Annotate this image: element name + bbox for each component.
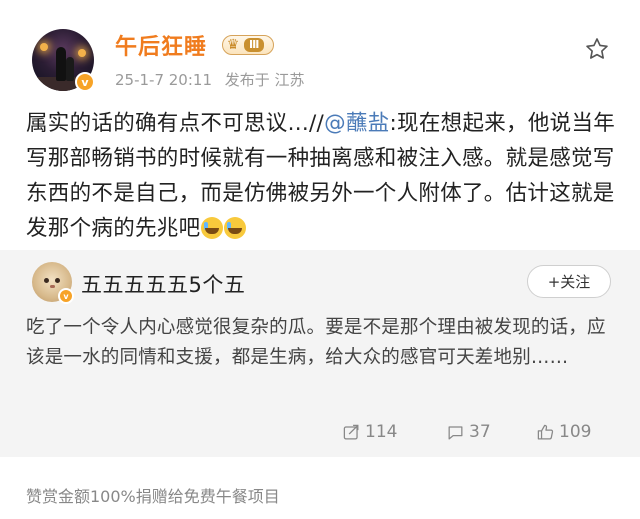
verified-badge-icon: v bbox=[58, 288, 74, 304]
user-level-badge[interactable]: ♛ Ⅲ bbox=[222, 35, 274, 55]
avatar-figure bbox=[56, 47, 66, 81]
repost-icon bbox=[343, 424, 359, 439]
post-content: 属实的话的确有点不可思议...//@蘸盐:现在想起来，他说当年写那部畅销书的时候… bbox=[26, 106, 626, 246]
thumbs-up-icon bbox=[537, 424, 554, 439]
repost-text: 吃了一个令人内心感觉很复杂的瓜。要是不是那个理由被发现的话，应该是一水的同情和支… bbox=[26, 317, 606, 368]
follow-button[interactable]: +关注 bbox=[527, 265, 611, 298]
avatar-lamp bbox=[78, 49, 86, 57]
repost-count-button[interactable]: 114 bbox=[342, 420, 397, 444]
comment-icon bbox=[448, 425, 463, 439]
comment-count: 37 bbox=[469, 422, 491, 442]
repost-username[interactable]: 五五五五五5个五 bbox=[81, 269, 245, 299]
mention-link[interactable]: @蘸盐 bbox=[324, 111, 389, 136]
favorite-star-icon[interactable] bbox=[584, 36, 610, 62]
crying-emoji-icon bbox=[201, 217, 224, 239]
crown-icon: ♛ bbox=[226, 37, 240, 53]
level-number: Ⅲ bbox=[244, 38, 265, 52]
avatar-lamp bbox=[40, 43, 48, 51]
verified-badge-icon: v bbox=[75, 72, 95, 92]
post-meta: 25-1-7 20:11 发布于 江苏 bbox=[115, 69, 305, 90]
donation-text[interactable]: 赞赏金额100%捐赠给免费午餐项目 bbox=[26, 483, 280, 507]
post-text-part1: 属实的话的确有点不可思议...// bbox=[26, 111, 325, 136]
repost-count: 114 bbox=[365, 422, 398, 442]
comment-count-button[interactable]: 37 bbox=[446, 420, 491, 444]
post-location: 发布于 江苏 bbox=[224, 71, 305, 89]
post-username[interactable]: 午后狂睡 bbox=[115, 29, 207, 61]
like-count: 109 bbox=[559, 422, 592, 442]
avatar-figure bbox=[66, 57, 74, 81]
like-count-button[interactable]: 109 bbox=[536, 420, 591, 444]
crying-emoji-icon bbox=[224, 217, 247, 239]
post-timestamp: 25-1-7 20:11 bbox=[115, 71, 212, 89]
